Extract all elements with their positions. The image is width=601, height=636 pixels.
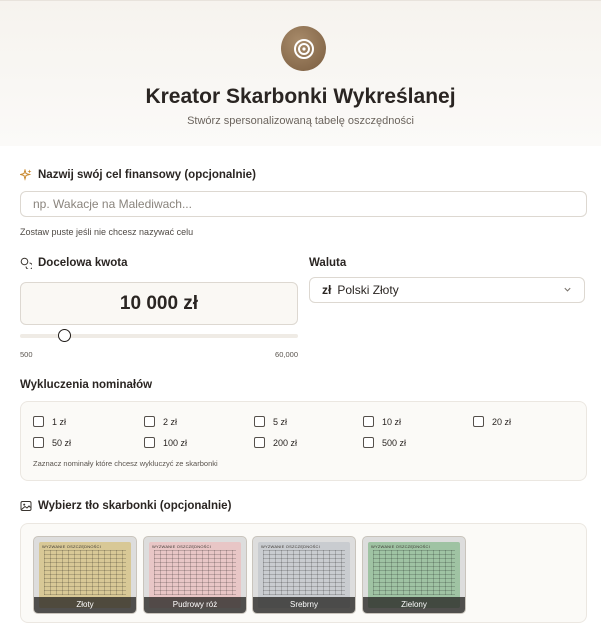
background-label-text: Wybierz tło skarbonki (opcjonalnie) [38,500,232,512]
card-grid [373,550,455,595]
exclusions-label: Wykluczenia nominałów [20,379,153,391]
checkbox[interactable] [254,437,265,448]
checkbox-label: 1 zł [52,416,67,427]
checkbox[interactable] [363,437,374,448]
background-option-silver[interactable]: WYZWANIE OSZCZĘDNOŚCI Srebrny [252,536,356,614]
currency-selected: Polski Złoty [337,283,399,297]
sparkles-icon [20,169,32,181]
checkbox[interactable] [144,416,155,427]
coins-icon [20,257,32,269]
card-header: WYZWANIE OSZCZĘDNOŚCI [42,544,101,549]
checkbox[interactable] [144,437,155,448]
amount-slider[interactable] [20,329,298,342]
checkbox[interactable] [33,416,44,427]
checkbox-label: 500 zł [382,437,407,448]
exclude-checkbox-5zl[interactable]: 5 zł [254,416,287,427]
currency-symbol: zł [322,283,332,297]
page-subtitle: Stwórz spersonalizowaną tabelę oszczędno… [187,115,414,127]
background-option-powder-pink[interactable]: WYZWANIE OSZCZĘDNOŚCI Pudrowy róż [143,536,247,614]
currency-select[interactable]: zł Polski Złoty [309,277,585,303]
image-icon [20,500,32,512]
background-option-label: Zielony [363,597,465,613]
slider-min-label: 500 [20,350,33,359]
goal-input-wrapper[interactable] [20,191,587,217]
card-grid [44,550,126,595]
exclude-checkbox-50zl[interactable]: 50 zł [33,437,71,448]
checkbox[interactable] [363,416,374,427]
checkbox[interactable] [254,416,265,427]
page-header: Kreator Skarbonki Wykreślanej Stwórz spe… [0,0,601,146]
card-grid [154,550,236,595]
amount-label: Docelowa kwota [20,257,127,269]
goal-label: Nazwij swój cel finansowy (opcjonalnie) [20,169,256,181]
background-panel: WYZWANIE OSZCZĘDNOŚCI Złoty WYZWANIE OSZ… [20,523,587,623]
exclude-checkbox-10zl[interactable]: 10 zł [363,416,401,427]
exclusions-note: Zaznacz nominały które chcesz wykluczyć … [33,459,218,468]
goal-input[interactable] [21,192,586,216]
checkbox-label: 5 zł [273,416,288,427]
card-grid [263,550,345,595]
exclude-checkbox-2zl[interactable]: 2 zł [144,416,177,427]
exclude-checkbox-20zl[interactable]: 20 zł [473,416,511,427]
exclude-checkbox-500zl[interactable]: 500 zł [363,437,406,448]
slider-max-label: 60,000 [275,350,298,359]
card-header: WYZWANIE OSZCZĘDNOŚCI [261,544,320,549]
checkbox-label: 20 zł [492,416,512,427]
goal-label-text: Nazwij swój cel finansowy (opcjonalnie) [38,169,256,181]
background-option-gold[interactable]: WYZWANIE OSZCZĘDNOŚCI Złoty [33,536,137,614]
currency-label: Waluta [309,257,347,269]
checkbox-label: 200 zł [273,437,298,448]
background-option-label: Srebrny [253,597,355,613]
target-logo-icon [281,26,326,71]
amount-label-text: Docelowa kwota [38,257,128,269]
slider-thumb[interactable] [58,329,72,342]
background-option-green[interactable]: WYZWANIE OSZCZĘDNOŚCI Zielony [362,536,466,614]
amount-display[interactable]: 10 000 zł [20,282,298,325]
checkbox-label: 100 zł [163,437,188,448]
card-header: WYZWANIE OSZCZĘDNOŚCI [152,544,211,549]
checkbox-label: 10 zł [382,416,402,427]
checkbox[interactable] [33,437,44,448]
background-option-label: Złoty [34,597,136,613]
checkbox[interactable] [473,416,484,427]
background-option-label: Pudrowy róż [144,597,246,613]
exclusions-panel: 1 zł 2 zł 5 zł 10 zł 20 zł 50 zł 100 zł … [20,401,587,481]
exclude-checkbox-200zl[interactable]: 200 zł [254,437,297,448]
page-title: Kreator Skarbonki Wykreślanej [145,85,456,108]
background-label: Wybierz tło skarbonki (opcjonalnie) [20,500,231,512]
checkbox-label: 2 zł [163,416,178,427]
exclude-checkbox-100zl[interactable]: 100 zł [144,437,187,448]
goal-hint: Zostaw puste jeśli nie chcesz nazywać ce… [20,227,194,237]
chevron-down-icon [564,287,571,292]
checkbox-label: 50 zł [52,437,72,448]
card-header: WYZWANIE OSZCZĘDNOŚCI [371,544,430,549]
exclude-checkbox-1zl[interactable]: 1 zł [33,416,66,427]
